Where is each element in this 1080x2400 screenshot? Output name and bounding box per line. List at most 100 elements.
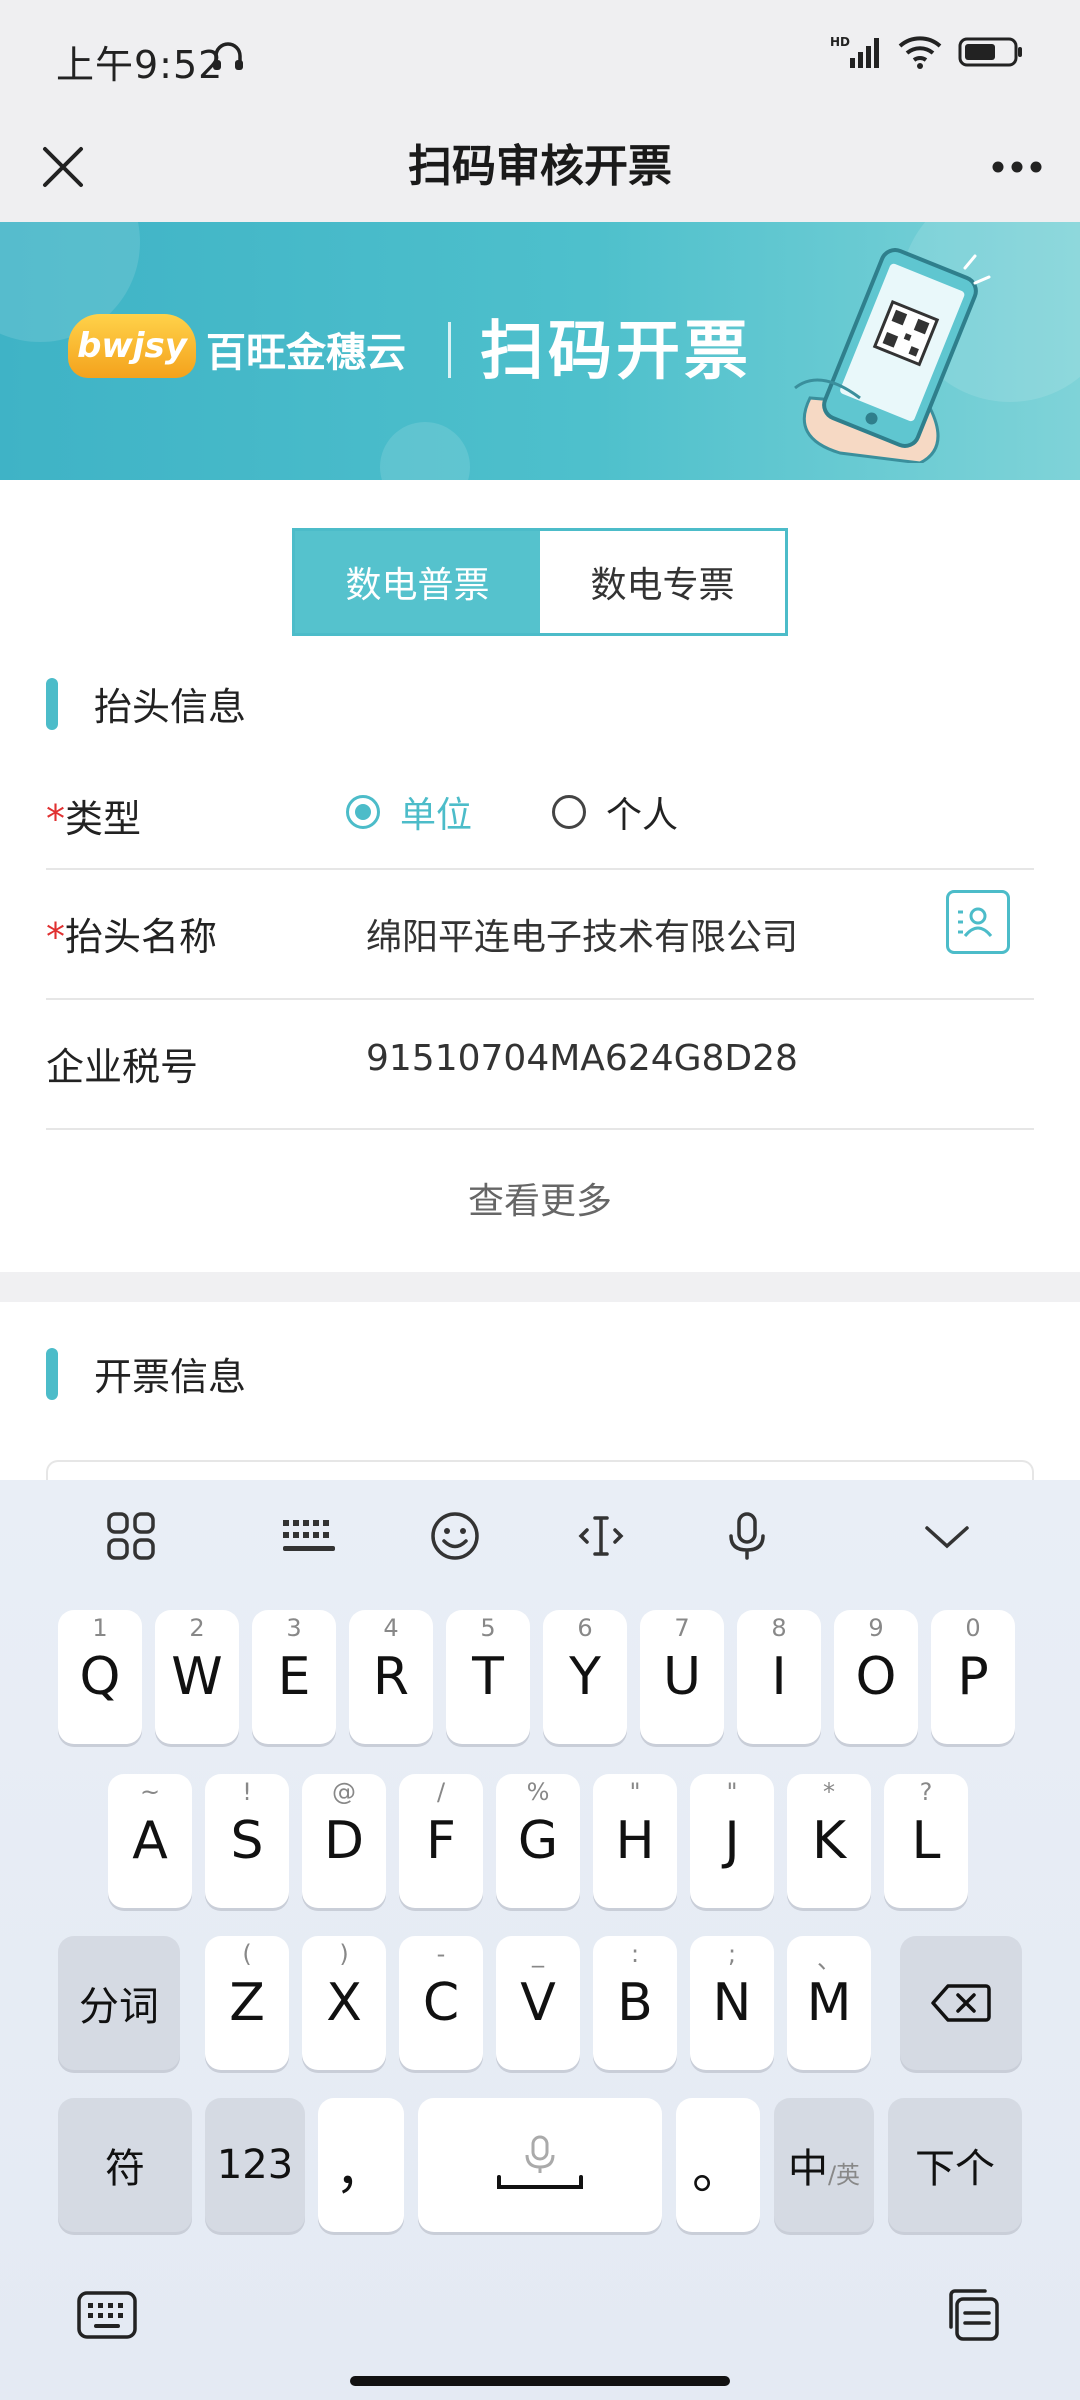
tab-digital-plain-invoice[interactable]: 数电普票 (295, 531, 540, 633)
key-j[interactable]: " J (690, 1774, 774, 1908)
keyboard-apps-button[interactable] (96, 1504, 166, 1568)
radio-unit[interactable]: 单位 (346, 786, 472, 838)
symbol-key[interactable]: 符 (58, 2098, 192, 2232)
radio-checked-icon (346, 795, 380, 829)
key-g[interactable]: % G (496, 1774, 580, 1908)
key-v[interactable]: _ V (496, 1936, 580, 2070)
view-more-link[interactable]: 查看更多 (0, 1172, 1080, 1224)
key-sub-label: 4 (383, 1614, 399, 1642)
key-b[interactable]: :B (593, 1936, 677, 2070)
key-label: X (326, 1973, 362, 2033)
backspace-key[interactable] (900, 1936, 1022, 2070)
key-sub-label: ) (339, 1940, 349, 1968)
space-key[interactable] (418, 2098, 662, 2232)
key-p[interactable]: 0P (931, 1610, 1015, 1744)
key-label: H (615, 1811, 655, 1871)
title-name-value[interactable]: 绵阳平连电子技术有限公司 (366, 908, 798, 960)
key-label: 中 (787, 2146, 828, 2192)
key-z[interactable]: (Z (205, 1936, 289, 2070)
key-t[interactable]: 5T (446, 1610, 530, 1744)
invoice-info-card: 开票信息 (0, 1302, 1080, 1500)
language-switch-key[interactable]: 中/英 (774, 2098, 874, 2232)
key-label: E (277, 1647, 311, 1707)
select-title-button[interactable] (946, 890, 1010, 954)
more-options-button[interactable] (982, 132, 1052, 202)
key-d[interactable]: @ D (302, 1774, 386, 1908)
radio-individual[interactable]: 个人 (552, 786, 678, 838)
key-o[interactable]: 9O (834, 1610, 918, 1744)
clipboard-icon (949, 2289, 999, 2341)
key-label: S (230, 1811, 264, 1871)
key-label: R (372, 1647, 410, 1707)
chevron-down-icon (925, 1526, 969, 1549)
period-key[interactable]: 。 (676, 2098, 760, 2232)
header-info-card: 数电普票 数电专票 抬头信息 *类型 单位 个人 *抬头名称 绵阳平连电子技术有… (0, 480, 1080, 1272)
key-y[interactable]: 6Y (543, 1610, 627, 1744)
page-title: 扫码审核开票 (408, 141, 672, 192)
comma-key[interactable]: ， (318, 2098, 404, 2232)
key-h[interactable]: " H (593, 1774, 677, 1908)
key-w[interactable]: 2W (155, 1610, 239, 1744)
key-label: P (957, 1647, 989, 1707)
keyboard-layout-button[interactable] (274, 1504, 344, 1568)
brand-logo: bwjsy (68, 314, 196, 378)
key-sub-label: /英 (827, 2160, 861, 2189)
key-sub-label: % (526, 1778, 550, 1806)
key-i[interactable]: 8I (737, 1610, 821, 1744)
cursor-button[interactable] (566, 1504, 636, 1568)
tax-id-value[interactable]: 91510704MA624G8D28 (366, 1038, 798, 1079)
next-key[interactable]: 下个 (888, 2098, 1022, 2232)
type-radio-group: 单位 个人 (346, 786, 758, 838)
key-label: V (520, 1973, 556, 2033)
home-indicator[interactable] (350, 2376, 730, 2386)
keyboard-switch-button[interactable] (72, 2280, 142, 2350)
tax-id-label: 企业税号 (46, 1045, 199, 1089)
key-label: W (171, 1647, 223, 1707)
status-icons: HD (830, 34, 1024, 70)
emoji-button[interactable] (420, 1504, 490, 1568)
key-sub-label: ~ (139, 1778, 161, 1806)
tab-digital-special-invoice[interactable]: 数电专票 (540, 531, 785, 633)
grid-apps-icon (107, 1512, 155, 1560)
contact-book-icon (958, 907, 993, 937)
section-header-info: 抬头信息 (46, 676, 246, 731)
key-sub-label: ( (242, 1940, 252, 1968)
key-r[interactable]: 4R (349, 1610, 433, 1744)
radio-unit-label: 单位 (400, 795, 473, 836)
key-u[interactable]: 7U (640, 1610, 724, 1744)
key-s[interactable]: ! S (205, 1774, 289, 1908)
key-m[interactable]: 、 M (787, 1936, 871, 2070)
key-label: 分词 (79, 1984, 159, 2030)
key-e[interactable]: 3E (252, 1610, 336, 1744)
key-label: U (662, 1647, 702, 1707)
keyboard-layout-icon (283, 1520, 335, 1551)
scan-phone-illustration (794, 248, 991, 463)
type-label: *类型 (46, 788, 141, 843)
key-label: K (811, 1811, 847, 1871)
key-label: G (517, 1811, 559, 1871)
hide-keyboard-button[interactable] (912, 1504, 982, 1568)
key-k[interactable]: * K (787, 1774, 871, 1908)
key-q[interactable]: 1Q (58, 1610, 142, 1744)
key-a[interactable]: ~ A (108, 1774, 192, 1908)
clipboard-button[interactable] (938, 2280, 1008, 2350)
key-label: B (617, 1973, 653, 2033)
key-l[interactable]: ? L (884, 1774, 968, 1908)
keyboard-toolbar (0, 1480, 1080, 1590)
key-sub-label: 9 (868, 1614, 884, 1642)
key-n[interactable]: ; N (690, 1936, 774, 2070)
voice-input-button[interactable] (712, 1504, 782, 1568)
key-sub-label: ! (242, 1778, 252, 1806)
key-sub-label: 2 (189, 1614, 205, 1642)
key-sub-label: 6 (577, 1614, 593, 1642)
key-label: D (323, 1811, 365, 1871)
key-c[interactable]: -C (399, 1936, 483, 2070)
title-name-label-text: 抬头名称 (65, 915, 218, 959)
key-sub-label: ? (919, 1778, 933, 1806)
number-key[interactable]: 123 (205, 2098, 305, 2232)
segment-key[interactable]: 分词 (58, 1936, 180, 2070)
key-label: T (472, 1647, 504, 1707)
key-x[interactable]: ) X (302, 1936, 386, 2070)
key-f[interactable]: / F (399, 1774, 483, 1908)
key-sub-label: ; (727, 1940, 737, 1968)
